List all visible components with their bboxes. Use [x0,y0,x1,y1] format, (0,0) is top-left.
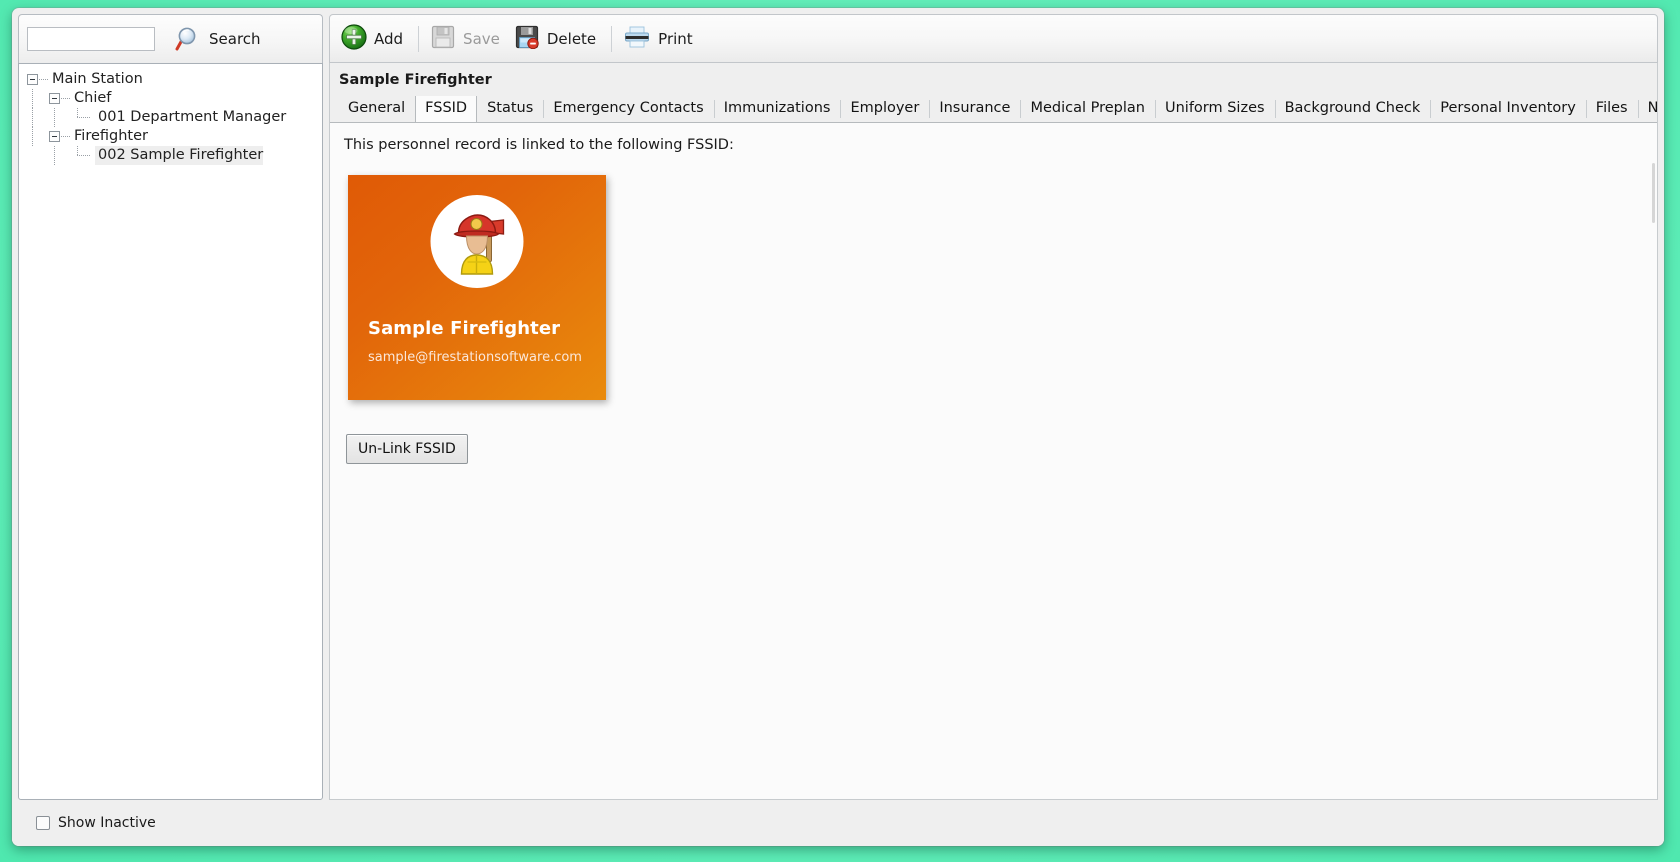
print-label: Print [658,29,693,48]
tree-connector [39,79,49,80]
expander-icon[interactable] [49,131,60,142]
tree-item-label: 001 Department Manager [98,109,287,125]
search-bar: Search [18,14,323,63]
tree-connector [61,98,71,99]
toolbar-separator [611,25,613,52]
tree-root: Main Station Chief 001 Department Manage… [19,70,322,165]
tab-personal-inventory[interactable]: Personal Inventory [1430,96,1586,122]
firefighter-avatar-icon [453,213,504,275]
unlink-fssid-button[interactable]: Un-Link FSSID [346,434,468,464]
tab-label: Medical Preplan [1030,100,1145,116]
tree-item-main-station[interactable]: Main Station [19,70,322,89]
tab-label: FSSID [425,100,468,116]
tab-emergency-contacts[interactable]: Emergency Contacts [543,96,714,122]
tab-uniform-sizes[interactable]: Uniform Sizes [1154,96,1275,122]
tree-item-chief[interactable]: Chief [19,89,322,108]
search-input[interactable] [27,27,155,51]
tab-background-check[interactable]: Background Check [1274,96,1431,122]
tree-connector [61,136,71,137]
tree-vline [32,127,33,146]
footer: Show Inactive [12,800,1664,846]
tab-label: Employer [850,100,920,116]
tab-status[interactable]: Status [477,96,544,122]
show-inactive-checkbox[interactable]: Show Inactive [36,815,156,831]
tree-vline [54,108,55,127]
tab-strip: General FSSID Status Emergency Contacts … [330,96,1657,123]
delete-label: Delete [546,29,597,48]
tab-notes[interactable]: Notes [1637,96,1657,122]
tab-insurance[interactable]: Insurance [929,96,1021,122]
toolbar-separator [418,25,420,52]
show-inactive-label: Show Inactive [58,815,156,831]
checkbox-box-icon[interactable] [36,816,50,830]
floppy-disk-icon [430,25,456,53]
add-plus-icon [341,23,367,54]
tab-label: Personal Inventory [1440,100,1576,116]
tab-label: Notes [1648,100,1657,116]
tab-files[interactable]: Files [1585,96,1638,122]
tab-label: Emergency Contacts [553,100,704,116]
save-button[interactable]: Save [425,22,509,56]
tab-label: Immunizations [723,100,831,116]
tab-general[interactable]: General [338,96,416,122]
add-button[interactable]: Add [336,21,412,57]
delete-button[interactable]: Delete [509,22,605,56]
tree-item-firefighter[interactable]: Firefighter [19,127,322,146]
tab-label: Uniform Sizes [1164,100,1265,116]
tab-label: Files [1595,100,1628,116]
vertical-scrollbar[interactable] [1652,163,1655,223]
tree-elbow [73,146,95,165]
tree-vline [32,108,33,127]
content-area: Sample Firefighter General FSSID Status … [329,63,1658,800]
tree-item-001-department-manager[interactable]: 001 Department Manager [19,108,322,127]
tree-vline [54,146,55,165]
tab-medical-preplan[interactable]: Medical Preplan [1020,96,1155,122]
left-panel: Search Main Station Chief 001 Department… [18,14,323,800]
linked-description: This personnel record is linked to the f… [344,137,734,153]
right-panel: Add Save Delete Print Sample Firefighter… [323,14,1658,800]
avatar [430,195,524,288]
printer-icon [623,25,651,53]
main-split: Search Main Station Chief 001 Department… [12,8,1664,800]
tree-item-label: Firefighter [74,128,148,144]
print-button[interactable]: Print [618,22,702,56]
tree-vline [32,89,33,108]
tree-item-label: Main Station [52,71,143,87]
tab-label: General [348,100,406,116]
floppy-delete-icon [514,25,540,53]
fssid-tab-panel: This personnel record is linked to the f… [330,123,1657,799]
tab-label: Status [487,100,534,116]
page-title: Sample Firefighter [330,63,1657,96]
tab-employer[interactable]: Employer [840,96,930,122]
fssid-card[interactable]: Sample Firefighter sample@firestationsof… [348,175,606,400]
tab-immunizations[interactable]: Immunizations [713,96,841,122]
save-label: Save [463,29,500,48]
card-name: Sample Firefighter [368,318,561,339]
search-label: Search [209,30,261,48]
tab-label: Insurance [939,100,1011,116]
magnifier-icon[interactable] [173,26,199,52]
add-label: Add [374,29,404,48]
expander-icon[interactable] [27,74,38,85]
expander-icon[interactable] [49,93,60,104]
tree-item-002-sample-firefighter[interactable]: 002 Sample Firefighter [19,146,322,165]
card-email: sample@firestationsoftware.com [368,350,582,365]
tab-label: Background Check [1284,100,1421,116]
toolbar: Add Save Delete Print [329,14,1658,63]
tree-item-label: 002 Sample Firefighter [95,146,264,165]
tree-elbow [73,108,95,127]
tab-fssid[interactable]: FSSID [415,96,478,122]
tree-item-label: Chief [74,90,112,106]
application-window: Search Main Station Chief 001 Department… [12,8,1664,846]
personnel-tree[interactable]: Main Station Chief 001 Department Manage… [18,63,323,800]
